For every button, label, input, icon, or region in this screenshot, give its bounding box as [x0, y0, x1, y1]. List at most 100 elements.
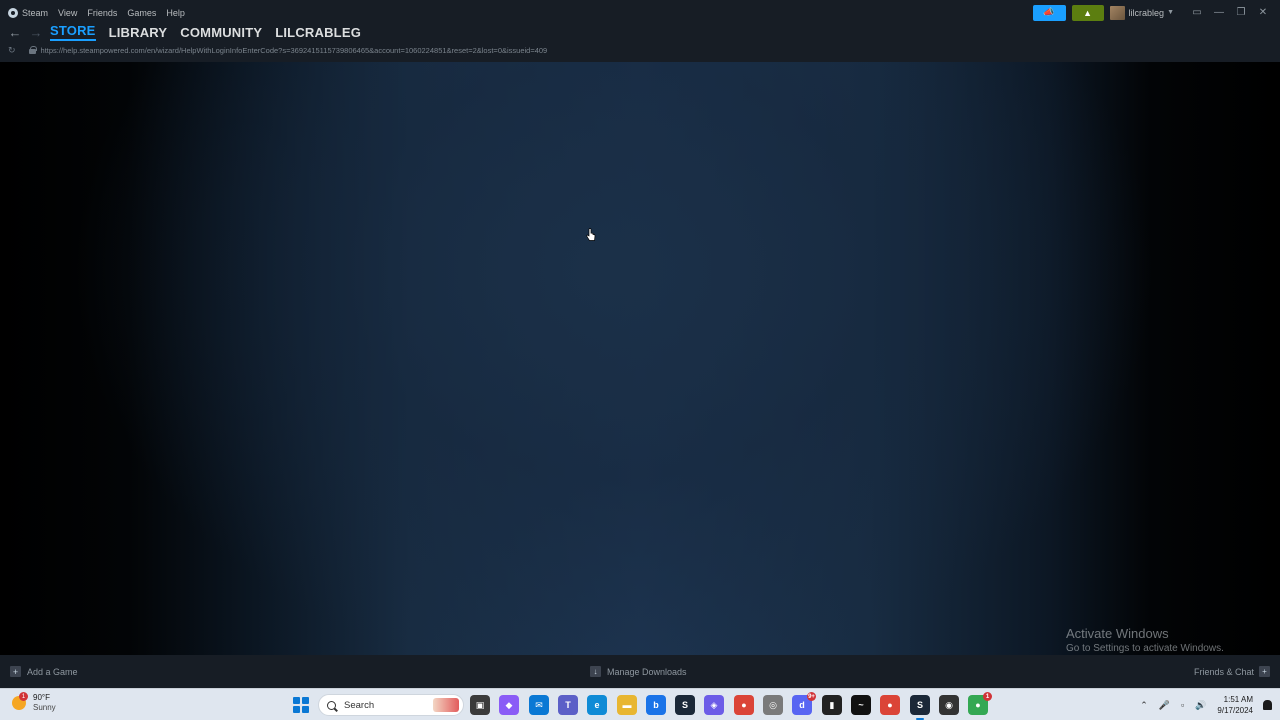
- notification-bell-icon[interactable]: [1263, 700, 1272, 710]
- url-text[interactable]: https://help.steampowered.com/en/wizard/…: [41, 46, 548, 55]
- download-icon: ↓: [590, 666, 601, 677]
- weather-temp: 90°F: [33, 693, 50, 702]
- menu-view[interactable]: View: [58, 8, 77, 18]
- add-game-button[interactable]: + Add a Game: [10, 666, 78, 677]
- nav-row: ← → STORE LIBRARY COMMUNITY LILCRABLEG: [8, 23, 374, 41]
- windows-logo-pane: [301, 705, 309, 713]
- arrow-left-icon[interactable]: ←: [8, 25, 22, 40]
- overwatch-icon[interactable]: ◎: [763, 695, 783, 715]
- steam-bottom-bar: + Add a Game ↓ Manage Downloads Friends …: [0, 655, 1280, 688]
- menu-friends[interactable]: Friends: [87, 8, 117, 18]
- megaphone-icon: 📣: [1043, 7, 1055, 17]
- menu-steam[interactable]: Steam: [8, 8, 48, 18]
- tab-library[interactable]: LIBRARY: [109, 25, 168, 40]
- close-icon[interactable]: ✕: [1252, 6, 1274, 20]
- file-explorer-icon[interactable]: ▬: [617, 695, 637, 715]
- windows-logo-pane: [293, 697, 300, 705]
- chevron-down-icon: ▼: [1167, 9, 1174, 16]
- bing-icon[interactable]: b: [646, 695, 666, 715]
- reload-icon[interactable]: ↻: [8, 45, 16, 56]
- tab-store[interactable]: STORE: [50, 23, 96, 41]
- terminal-icon[interactable]: ~: [851, 695, 871, 715]
- manage-downloads-button[interactable]: ↓ Manage Downloads: [590, 666, 687, 677]
- avatar: [1109, 5, 1125, 20]
- task-view-glyph: ▣: [475, 699, 485, 710]
- activate-windows-watermark: Activate Windows Go to Settings to activ…: [1066, 626, 1224, 654]
- chrome-alt-glyph: ●: [975, 700, 981, 710]
- activate-subtitle: Go to Settings to activate Windows.: [1066, 643, 1224, 654]
- tab-profile[interactable]: LILCRABLEG: [275, 25, 361, 40]
- lock-icon: [28, 46, 37, 54]
- steam-titlebar: Steam View Friends Games Help ← → STORE …: [0, 0, 1280, 62]
- chrome-alt-icon[interactable]: ● 1: [968, 692, 992, 715]
- chrome-profile-glyph: ●: [887, 700, 893, 710]
- friends-chat-button[interactable]: Friends & Chat +: [1194, 666, 1270, 677]
- tab-community[interactable]: COMMUNITY: [180, 25, 262, 40]
- mouse-cursor-icon: [586, 228, 596, 241]
- terminal-glyph: ~: [858, 700, 864, 710]
- menubar: Steam View Friends Games Help: [8, 6, 195, 20]
- store-content-area: [0, 62, 1280, 655]
- steam-active-icon[interactable]: S: [910, 695, 930, 720]
- edge-icon[interactable]: e: [587, 695, 607, 715]
- mail-glyph: ✉: [535, 699, 543, 710]
- manage-downloads-label: Manage Downloads: [607, 666, 687, 677]
- search-highlight-icon: [433, 698, 459, 712]
- weather-widget[interactable]: 1 90°F Sunny: [12, 692, 56, 713]
- microphone-icon[interactable]: 🎤: [1159, 700, 1170, 711]
- add-game-label: Add a Game: [27, 666, 78, 677]
- teams-icon[interactable]: T: [558, 695, 578, 715]
- activate-title: Activate Windows: [1066, 626, 1169, 641]
- mail-icon[interactable]: ✉: [529, 695, 549, 715]
- file-explorer-glyph: ▬: [622, 700, 632, 710]
- obs-glyph: ◉: [945, 699, 953, 710]
- store-icon[interactable]: ◈: [704, 695, 724, 715]
- minimize-icon[interactable]: —: [1208, 6, 1230, 20]
- clock-time: 1:51 AM: [1223, 695, 1253, 704]
- arrow-right-icon[interactable]: →: [29, 25, 43, 40]
- account-menu[interactable]: lilcrableg ▼: [1109, 5, 1174, 20]
- windows-logo-pane: [293, 705, 300, 713]
- steam-icon[interactable]: S: [675, 695, 695, 715]
- bing-glyph: b: [653, 700, 659, 710]
- menu-steam-label: Steam: [22, 8, 49, 18]
- menu-help[interactable]: Help: [166, 8, 185, 18]
- chrome-icon[interactable]: ●: [734, 695, 754, 715]
- chrome-profile-icon[interactable]: ●: [880, 695, 900, 715]
- menu-games[interactable]: Games: [127, 8, 156, 18]
- audio-app-icon[interactable]: ▮: [822, 695, 842, 715]
- network-icon[interactable]: ▫: [1181, 700, 1184, 710]
- taskbar-search[interactable]: Search: [318, 694, 464, 716]
- clock[interactable]: 1:51 AM 9/17/2024: [1217, 694, 1253, 716]
- announcements-button[interactable]: 📣: [1032, 4, 1066, 21]
- steam-active-glyph: S: [916, 700, 923, 710]
- notifications-button[interactable]: ▲: [1071, 4, 1104, 21]
- username: lilcrableg: [1128, 7, 1165, 18]
- discord-glyph: d: [799, 700, 805, 710]
- big-picture-icon[interactable]: ▭: [1186, 6, 1208, 20]
- weather-badge: 1: [19, 692, 28, 701]
- friends-chat-label: Friends & Chat: [1193, 666, 1254, 677]
- windows-taskbar: 1 90°F Sunny Search ▣ ◆ ✉ Te ▬ b S ◈ ● ◎ d 9+ ▮ ~ ● S ◉ ●…: [0, 688, 1280, 720]
- taskbar-badge: 1: [983, 692, 992, 701]
- restore-icon[interactable]: ❐: [1230, 6, 1252, 20]
- copilot-icon[interactable]: ◆: [499, 695, 519, 715]
- steam-glyph: S: [681, 700, 688, 710]
- store-glyph: ◈: [710, 699, 718, 710]
- task-view-icon[interactable]: ▣: [470, 695, 490, 715]
- obs-icon[interactable]: ◉: [939, 695, 959, 715]
- search-icon: [327, 700, 336, 710]
- volume-icon[interactable]: 🔊: [1195, 700, 1206, 711]
- steam-logo-icon: [8, 8, 18, 18]
- chevron-up-icon[interactable]: ⌃: [1140, 700, 1148, 711]
- taskbar-badge: 9+: [807, 692, 816, 701]
- sun-icon: 1: [12, 692, 28, 710]
- edge-glyph: e: [594, 700, 600, 710]
- start-button[interactable]: [293, 697, 309, 713]
- search-placeholder: Search: [344, 699, 375, 711]
- discord-icon[interactable]: d 9+: [792, 692, 816, 715]
- copilot-glyph: ◆: [505, 699, 513, 710]
- url-bar: ↻ https://help.steampowered.com/en/wizar…: [8, 44, 547, 56]
- bell-icon: ▲: [1083, 7, 1092, 18]
- plus-icon: +: [10, 666, 21, 677]
